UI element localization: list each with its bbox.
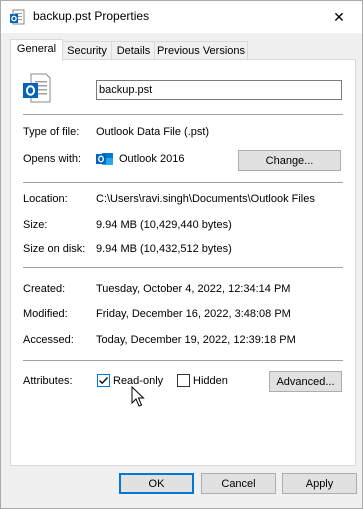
accessed-value: Today, December 19, 2022, 12:39:18 PM <box>96 334 296 346</box>
opens-with-label: Opens with: <box>23 153 82 165</box>
type-of-file-value: Outlook Data File (.pst) <box>96 126 210 138</box>
mouse-cursor-icon <box>131 386 145 407</box>
tab-details[interactable]: Details <box>111 41 156 60</box>
divider <box>23 114 343 115</box>
advanced-button[interactable]: Advanced... <box>269 371 342 392</box>
created-label: Created: <box>23 283 66 295</box>
file-name-value: backup.pst <box>99 84 153 96</box>
size-value: 9.94 MB (10,429,440 bytes) <box>96 219 232 231</box>
divider <box>23 360 343 361</box>
ok-button[interactable]: OK <box>119 473 194 494</box>
tab-security[interactable]: Security <box>61 41 113 60</box>
created-value: Tuesday, October 4, 2022, 12:34:14 PM <box>96 283 291 295</box>
outlook-app-icon <box>96 153 113 165</box>
tab-general[interactable]: General <box>10 39 63 61</box>
apply-button[interactable]: Apply <box>282 473 357 494</box>
size-on-disk-label: Size on disk: <box>23 243 86 255</box>
tab-previous-versions-label: Previous Versions <box>156 45 246 57</box>
outlook-pst-icon <box>10 9 25 25</box>
accessed-label: Accessed: <box>23 334 74 346</box>
size-on-disk-value: 9.94 MB (10,432,512 bytes) <box>96 243 232 255</box>
modified-value: Friday, December 16, 2022, 3:48:08 PM <box>96 308 291 320</box>
divider <box>23 267 343 268</box>
title-bar[interactable]: backup.pst Properties ✕ <box>1 1 362 33</box>
general-panel: backup.pst Type of file: Outlook Data Fi… <box>10 59 356 466</box>
cancel-button[interactable]: Cancel <box>201 473 276 494</box>
file-name-field[interactable]: backup.pst <box>96 80 342 100</box>
close-icon: ✕ <box>333 8 345 25</box>
tab-general-label: General <box>16 43 57 55</box>
location-value: C:\Users\ravi.singh\Documents\Outlook Fi… <box>96 193 315 205</box>
size-label: Size: <box>23 219 48 231</box>
modified-label: Modified: <box>23 308 68 320</box>
opens-with-value: Outlook 2016 <box>119 153 185 165</box>
outlook-pst-icon <box>23 73 51 103</box>
properties-dialog: backup.pst Properties ✕ General Security… <box>0 0 363 509</box>
tab-security-label: Security <box>67 45 107 57</box>
window-title: backup.pst Properties <box>33 9 150 23</box>
divider <box>23 182 343 183</box>
hidden-label[interactable]: Hidden <box>193 375 228 387</box>
tab-previous-versions[interactable]: Previous Versions <box>154 41 248 60</box>
close-button[interactable]: ✕ <box>316 1 362 33</box>
hidden-checkbox[interactable] <box>177 374 190 387</box>
read-only-checkbox[interactable] <box>97 374 110 387</box>
change-button[interactable]: Change... <box>238 150 341 171</box>
attributes-label: Attributes: <box>23 375 73 387</box>
location-label: Location: <box>23 193 68 205</box>
type-of-file-label: Type of file: <box>23 126 80 138</box>
checkmark-icon <box>99 377 108 385</box>
tab-details-label: Details <box>116 45 151 57</box>
